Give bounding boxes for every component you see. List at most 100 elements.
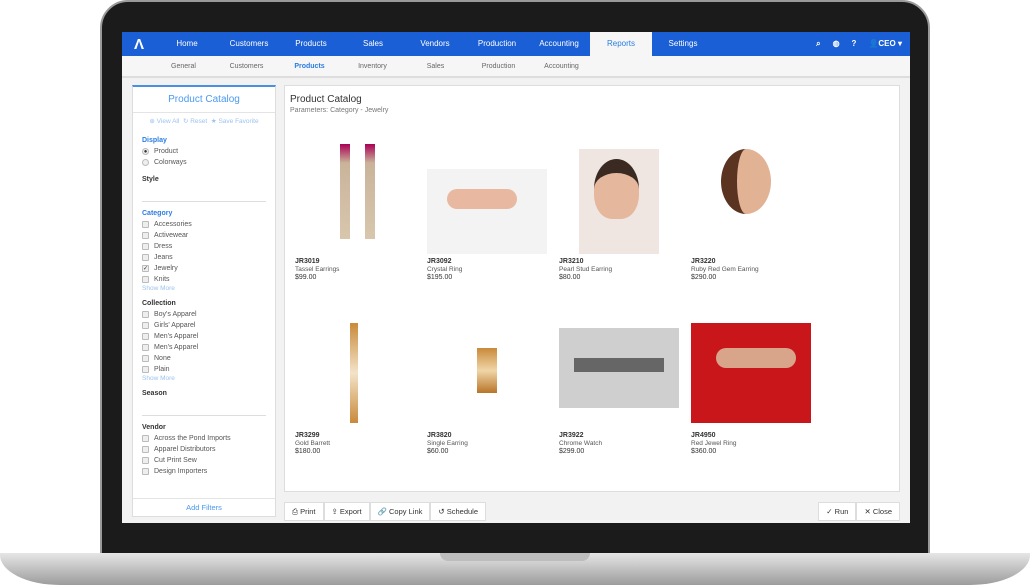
- filter-option[interactable]: ● Product: [142, 146, 266, 157]
- product-name: Single Earring: [427, 440, 468, 447]
- option-label: Colorways: [154, 159, 187, 166]
- print-button[interactable]: ⎙ Print: [284, 502, 324, 521]
- product-image[interactable]: [295, 318, 415, 428]
- product-image[interactable]: [691, 144, 811, 254]
- checkbox[interactable]: [142, 446, 149, 453]
- subnav-sales[interactable]: Sales: [404, 63, 467, 70]
- filter-heading: Season: [142, 390, 167, 397]
- product-sku: JR3220: [691, 258, 716, 265]
- radio-button[interactable]: ●: [142, 148, 149, 155]
- nav-production[interactable]: Production: [466, 32, 528, 56]
- product-image[interactable]: [691, 318, 811, 428]
- product-card[interactable]: JR3220 Ruby Red Gem Earring $290.00: [691, 144, 823, 296]
- filter-option[interactable]: Girls' Apparel: [142, 320, 266, 331]
- product-card[interactable]: JR3210 Pearl Stud Earring $80.00: [559, 144, 691, 296]
- product-card[interactable]: JR3092 Crystal Ring $195.00: [427, 144, 559, 296]
- checkbox[interactable]: [142, 276, 149, 283]
- filter-option[interactable]: Accessories: [142, 219, 266, 230]
- user-menu[interactable]: 👤CEO ▾: [868, 39, 902, 49]
- filter-option[interactable]: Plain: [142, 364, 266, 375]
- product-sku: JR3820: [427, 432, 452, 439]
- filter-option[interactable]: Jeans: [142, 252, 266, 263]
- product-image[interactable]: [295, 144, 415, 254]
- subnav-general[interactable]: General: [152, 63, 215, 70]
- help-icon[interactable]: ?: [852, 39, 857, 49]
- filter-option[interactable]: Cut Print Sew: [142, 455, 266, 466]
- nav-customers[interactable]: Customers: [218, 32, 280, 56]
- checkbox[interactable]: [142, 243, 149, 250]
- option-label: Apparel Distributors: [154, 446, 216, 453]
- product-image[interactable]: [559, 144, 679, 254]
- show-more-link[interactable]: Show More: [142, 285, 266, 292]
- filter-option[interactable]: ✓ Jewelry: [142, 263, 266, 274]
- product-card[interactable]: JR3820 Single Earring $60.00: [427, 318, 559, 470]
- checkbox[interactable]: [142, 468, 149, 475]
- checkbox[interactable]: [142, 435, 149, 442]
- product-price: $180.00: [295, 448, 321, 455]
- close-button[interactable]: ✕ Close: [856, 502, 900, 521]
- filter-option[interactable]: Knits: [142, 274, 266, 285]
- option-label: Jewelry: [154, 265, 178, 272]
- product-sku: JR3210: [559, 258, 584, 265]
- export-button[interactable]: ⇪ Export: [323, 502, 370, 521]
- checkbox[interactable]: [142, 311, 149, 318]
- product-image[interactable]: [427, 144, 547, 254]
- checkbox[interactable]: [142, 344, 149, 351]
- divider: [142, 415, 266, 416]
- subnav-inventory[interactable]: Inventory: [341, 63, 404, 70]
- schedule-button[interactable]: ↺ Schedule: [430, 502, 487, 521]
- logo-icon[interactable]: Λ: [122, 36, 156, 53]
- reset-button[interactable]: ↻ Reset: [183, 118, 207, 125]
- checkbox[interactable]: ✓: [142, 265, 149, 272]
- search-icon[interactable]: ⌕: [816, 39, 820, 49]
- radio-button[interactable]: [142, 159, 149, 166]
- checkbox[interactable]: [142, 254, 149, 261]
- show-more-link[interactable]: Show More: [142, 375, 266, 382]
- filter-option[interactable]: Men's Apparel: [142, 342, 266, 353]
- filter-option[interactable]: None: [142, 353, 266, 364]
- parameters-text: Parameters: Category - Jewelry: [290, 107, 389, 114]
- nav-reports[interactable]: Reports: [590, 32, 652, 56]
- checkbox[interactable]: [142, 366, 149, 373]
- filter-option[interactable]: Apparel Distributors: [142, 444, 266, 455]
- checkbox[interactable]: [142, 221, 149, 228]
- product-card[interactable]: JR3922 Chrome Watch $299.00: [559, 318, 691, 470]
- checkbox[interactable]: [142, 333, 149, 340]
- filter-option[interactable]: Activewear: [142, 230, 266, 241]
- filter-option[interactable]: Colorways: [142, 157, 266, 168]
- add-filters-button[interactable]: Add Filters: [133, 498, 275, 516]
- subnav-customers[interactable]: Customers: [215, 63, 278, 70]
- filter-option[interactable]: Design Importers: [142, 466, 266, 477]
- run-button[interactable]: ✓ Run: [818, 502, 857, 521]
- product-image[interactable]: [559, 318, 679, 428]
- product-card[interactable]: JR3299 Gold Barrett $180.00: [295, 318, 427, 470]
- product-image[interactable]: [427, 318, 547, 428]
- checkbox[interactable]: [142, 322, 149, 329]
- nav-accounting[interactable]: Accounting: [528, 32, 590, 56]
- subnav-production[interactable]: Production: [467, 63, 530, 70]
- view-all-button[interactable]: ⊕ View All: [149, 118, 179, 125]
- filter-option[interactable]: Dress: [142, 241, 266, 252]
- nav-sales[interactable]: Sales: [342, 32, 404, 56]
- checkbox[interactable]: [142, 355, 149, 362]
- save-favorite-button[interactable]: ★ Save Favorite: [211, 118, 259, 125]
- nav-home[interactable]: Home: [156, 32, 218, 56]
- filter-option[interactable]: Men's Apparel: [142, 331, 266, 342]
- copy-link-button[interactable]: 🔗 Copy Link: [369, 502, 431, 521]
- filter-option[interactable]: Boy's Apparel: [142, 309, 266, 320]
- nav-products[interactable]: Products: [280, 32, 342, 56]
- laptop-notch: [440, 553, 590, 561]
- page-title: Product Catalog: [290, 94, 362, 105]
- nav-settings[interactable]: Settings: [652, 32, 714, 56]
- option-label: Accessories: [154, 221, 192, 228]
- globe-icon[interactable]: ◍: [833, 39, 840, 49]
- subnav-products[interactable]: Products: [278, 63, 341, 70]
- nav-vendors[interactable]: Vendors: [404, 32, 466, 56]
- checkbox[interactable]: [142, 232, 149, 239]
- filter-option[interactable]: Across the Pond Imports: [142, 433, 266, 444]
- product-name: Tassel Earrings: [295, 266, 340, 273]
- subnav-accounting[interactable]: Accounting: [530, 63, 593, 70]
- product-card[interactable]: JR4950 Red Jewel Ring $360.00: [691, 318, 823, 470]
- product-card[interactable]: JR3019 Tassel Earrings $99.00: [295, 144, 427, 296]
- checkbox[interactable]: [142, 457, 149, 464]
